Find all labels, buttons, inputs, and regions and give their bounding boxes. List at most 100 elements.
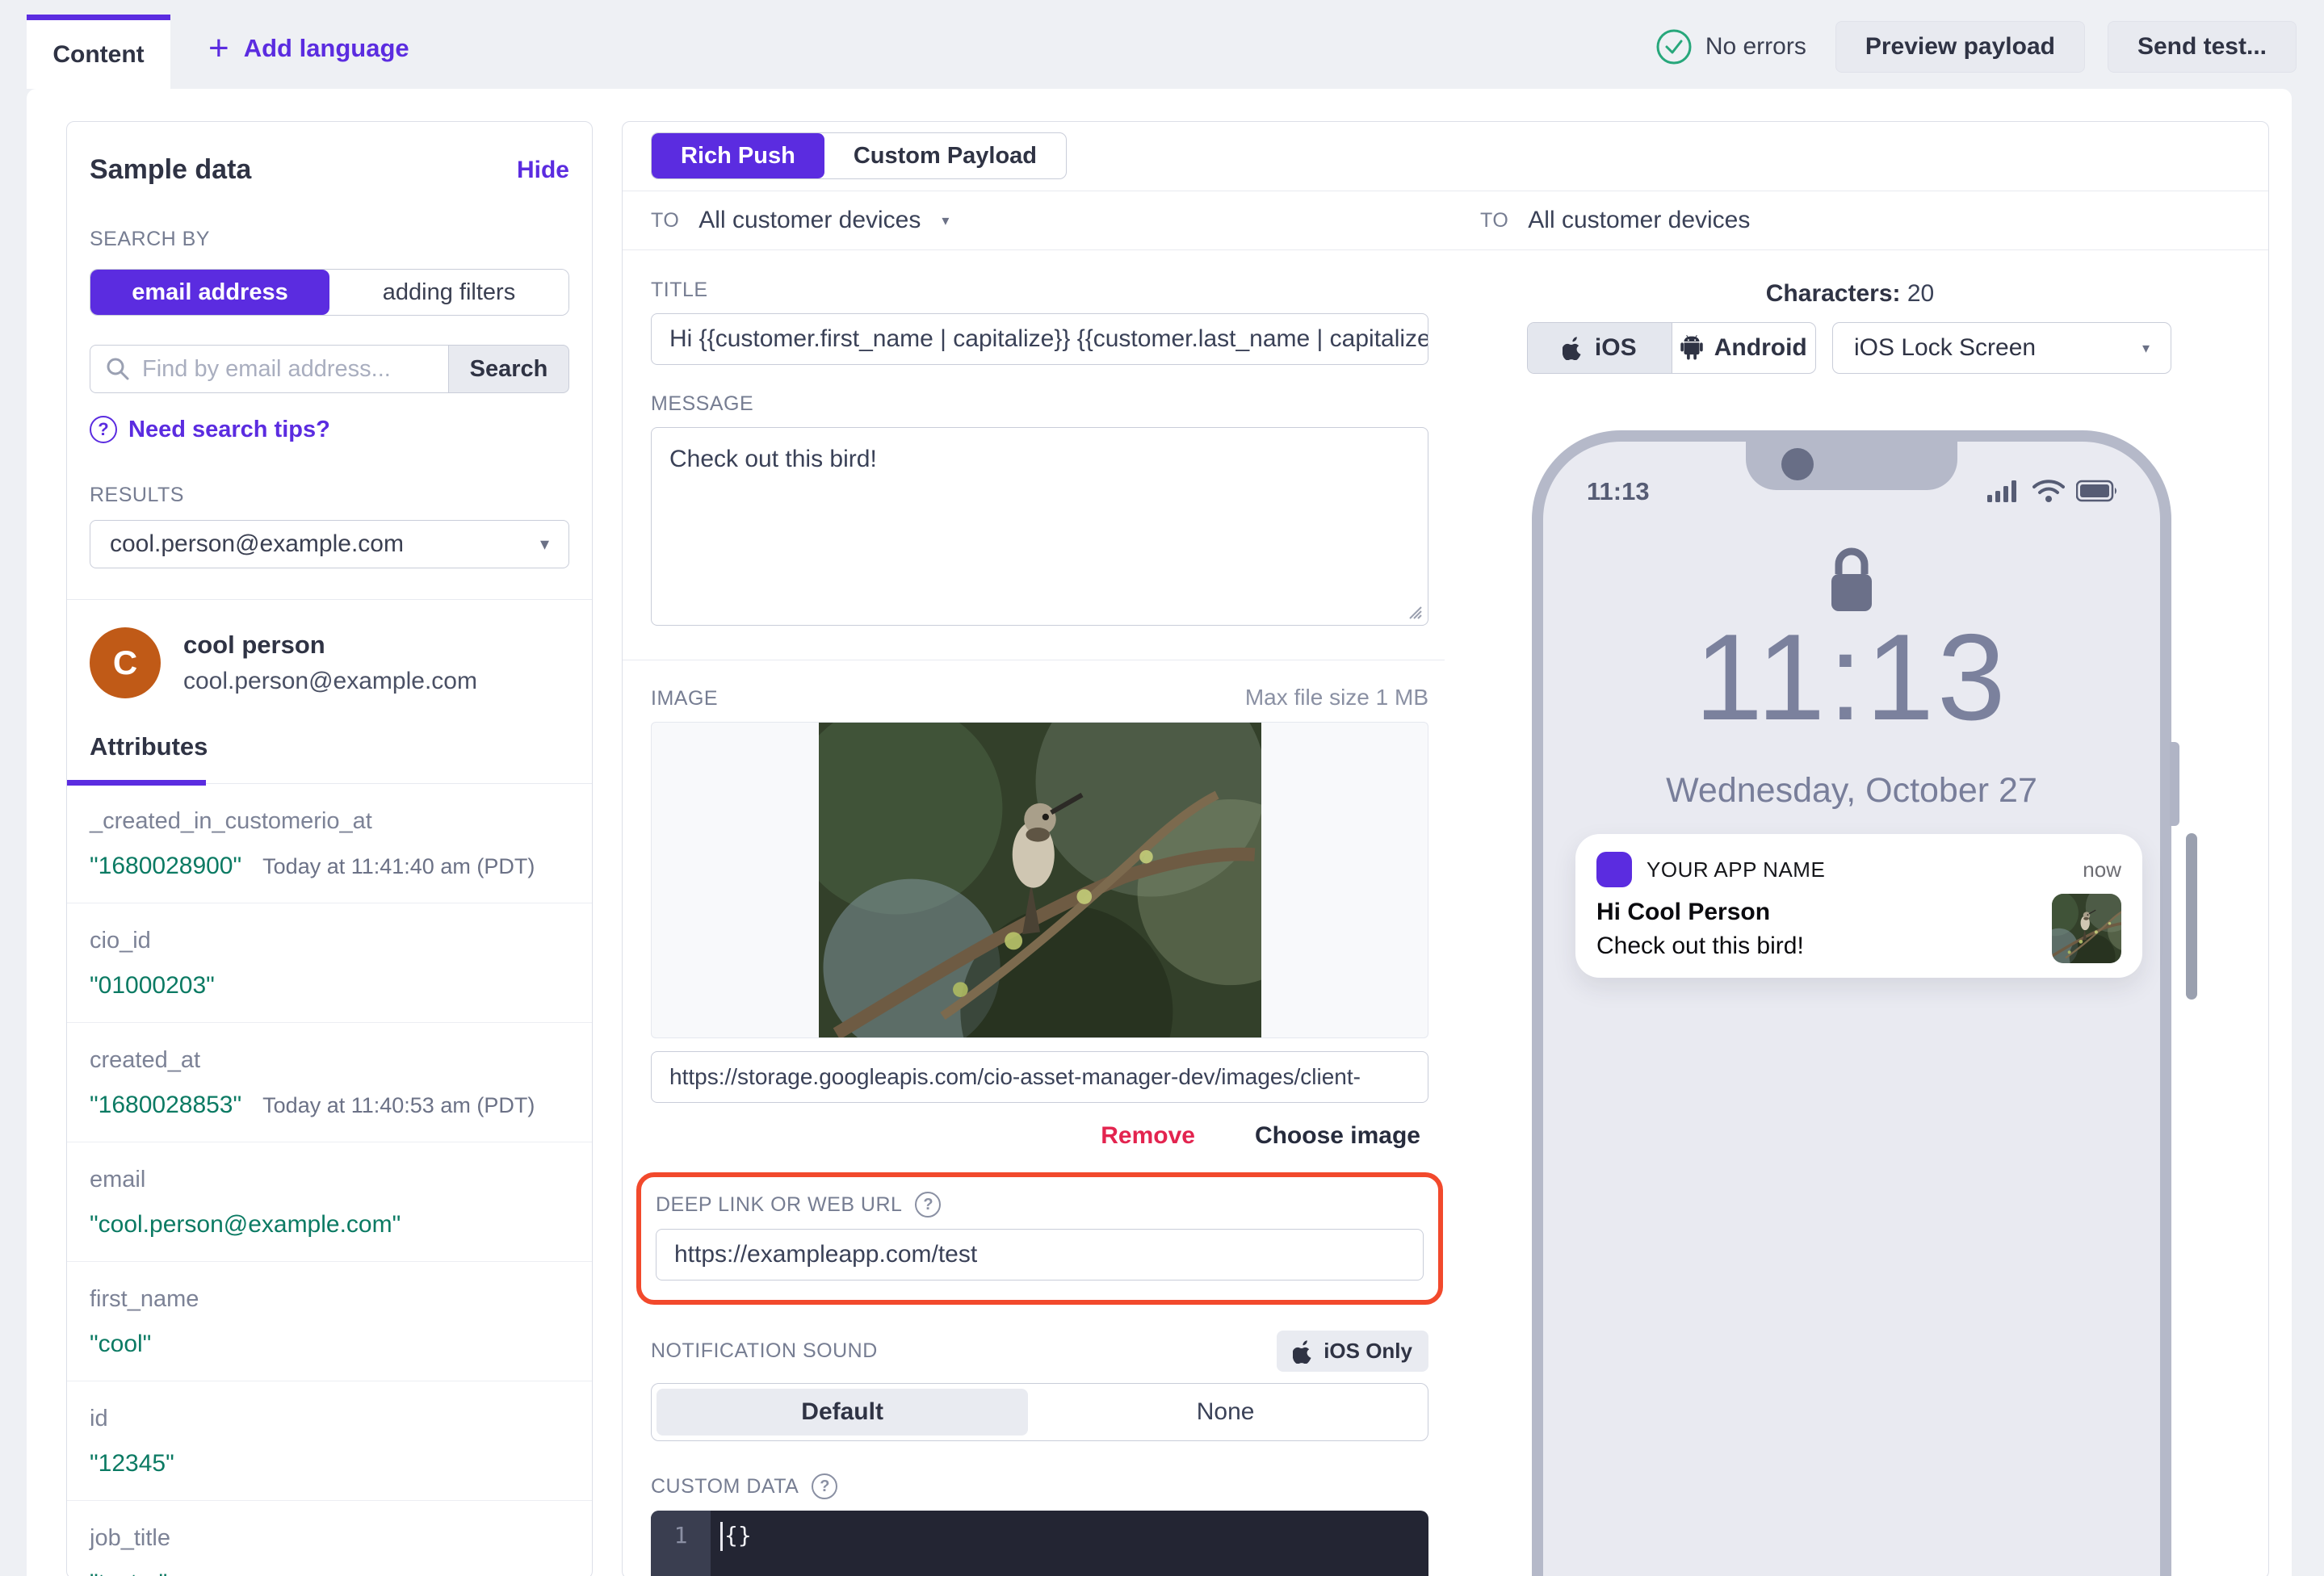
line-number: 1 <box>673 1522 688 1549</box>
attribute-value: "01000203" <box>90 972 215 999</box>
attribute-key: _created_in_customerio_at <box>90 808 372 834</box>
help-icon[interactable]: ? <box>915 1192 942 1218</box>
plus-icon: + <box>208 28 229 68</box>
platform-ios[interactable]: iOS <box>1528 323 1672 373</box>
notification-body: Check out this bird! <box>1596 933 1804 959</box>
need-search-tips-link[interactable]: ? Need search tips? <box>90 416 569 443</box>
check-circle-icon <box>1655 28 1693 65</box>
chevron-down-icon[interactable]: ▾ <box>942 212 949 229</box>
remove-image-link[interactable]: Remove <box>1101 1122 1195 1150</box>
to-value[interactable]: All customer devices <box>698 207 921 234</box>
image-url-value: https://storage.googleapis.com/cio-asset… <box>669 1064 1361 1089</box>
platform-ios-label: iOS <box>1594 334 1637 361</box>
attribute-row: cio_id "01000203" <box>67 903 592 1023</box>
segment-adding-filters[interactable]: adding filters <box>329 270 568 315</box>
search-placeholder: Find by email address... <box>142 355 391 382</box>
resize-handle-icon[interactable] <box>1403 601 1423 620</box>
attribute-key: email <box>90 1167 146 1192</box>
apple-icon <box>1293 1339 1311 1364</box>
payload-type-segmented: Rich Push Custom Payload <box>651 132 1068 179</box>
lockscreen-clock: 11:13 <box>1694 609 2009 746</box>
platform-android[interactable]: Android <box>1671 323 1816 373</box>
sample-data-title: Sample data <box>90 154 252 185</box>
message-textarea[interactable]: Check out this bird! <box>651 427 1428 626</box>
to-row-preview: TO All customer devices <box>1480 191 1750 249</box>
attribute-note: Today at 11:41:40 am (PDT) <box>262 854 535 878</box>
attribute-value: "cool" <box>90 1331 152 1357</box>
attribute-row: created_at "1680028853" Today at 11:40:5… <box>67 1023 592 1142</box>
tab-rich-push[interactable]: Rich Push <box>652 133 824 178</box>
deep-link-input[interactable]: https://exampleapp.com/test <box>656 1229 1424 1280</box>
sound-segmented: Default None <box>651 1383 1428 1441</box>
max-file-size-label: Max file size 1 MB <box>1244 685 1428 710</box>
person-email: cool.person@example.com <box>183 668 477 694</box>
tab-content[interactable]: Content <box>27 15 170 89</box>
sound-none-option[interactable]: None <box>1028 1389 1423 1436</box>
platform-segmented: iOS Android <box>1527 322 1816 374</box>
attribute-value: "cool.person@example.com" <box>90 1211 401 1238</box>
character-count-label: Characters: <box>1765 280 1901 307</box>
top-bar: Content + Add language No errors Preview… <box>0 0 2324 89</box>
lockscreen-date: Wednesday, October 27 <box>1666 771 2037 810</box>
search-button-label: Search <box>469 355 548 382</box>
attribute-row: job_title "tester" <box>67 1501 592 1576</box>
deep-link-label: DEEP LINK OR WEB URL <box>656 1192 903 1216</box>
search-input[interactable]: Find by email address... <box>90 345 448 393</box>
tab-attributes[interactable]: Attributes <box>90 732 569 761</box>
tab-content-label: Content <box>52 40 145 68</box>
attribute-value: "12345" <box>90 1450 174 1477</box>
android-icon <box>1680 335 1703 360</box>
hide-link[interactable]: Hide <box>517 157 569 184</box>
signal-icon <box>1987 480 2016 502</box>
message-label: MESSAGE <box>651 392 754 415</box>
image-url-input[interactable]: https://storage.googleapis.com/cio-asset… <box>651 1051 1428 1103</box>
character-count: Characters: 20 <box>1527 280 2173 308</box>
notification-preview[interactable]: YOUR APP NAME now Hi Cool Person Check o… <box>1575 834 2142 978</box>
deep-link-highlight-ring: DEEP LINK OR WEB URL ? https://exampleap… <box>636 1172 1443 1305</box>
image-label: IMAGE <box>651 687 719 710</box>
preview-screen-select[interactable]: iOS Lock Screen ▾ <box>1832 322 2171 374</box>
results-select[interactable]: cool.person@example.com ▾ <box>90 520 569 568</box>
preview-payload-button[interactable]: Preview payload <box>1835 21 2085 73</box>
attribute-row: _created_in_customerio_at "1680028900" T… <box>67 784 592 903</box>
custom-data-label: CUSTOM DATA <box>651 1474 799 1498</box>
notification-thumbnail <box>2052 894 2121 963</box>
add-language-button[interactable]: + Add language <box>208 28 409 68</box>
sound-default-option[interactable]: Default <box>657 1389 1029 1436</box>
send-test-button[interactable]: Send test... <box>2107 21 2297 73</box>
attribute-row: id "12345" <box>67 1381 592 1501</box>
bird-image <box>2052 894 2121 963</box>
to-value: All customer devices <box>1528 207 1751 233</box>
custom-data-editor[interactable]: 1 {} <box>651 1511 1428 1576</box>
results-label: RESULTS <box>90 484 184 506</box>
attributes-tab-underline <box>67 779 592 786</box>
platform-android-label: Android <box>1714 334 1807 361</box>
attribute-key: created_at <box>90 1047 201 1073</box>
editor-code: {} <box>724 1522 752 1549</box>
avatar-initial: C <box>112 643 138 681</box>
title-input[interactable]: Hi {{customer.first_name | capitalize}} … <box>651 313 1428 365</box>
search-by-label: SEARCH BY <box>90 228 210 250</box>
choose-image-link[interactable]: Choose image <box>1255 1122 1420 1150</box>
apple-icon <box>1562 337 1581 360</box>
preview-scrollbar[interactable] <box>2186 833 2197 1000</box>
message-value: Check out this bird! <box>669 446 877 472</box>
notification-time: now <box>2083 857 2121 882</box>
preview-payload-label: Preview payload <box>1865 33 2055 60</box>
person-card: C cool person cool.person@example.com <box>90 627 569 698</box>
add-language-label: Add language <box>243 34 409 62</box>
sample-data-panel: Sample data Hide SEARCH BY email address… <box>66 121 593 1576</box>
help-icon[interactable]: ? <box>812 1473 838 1499</box>
avatar: C <box>90 627 161 698</box>
tab-custom-payload[interactable]: Custom Payload <box>824 133 1066 178</box>
no-errors-status: No errors <box>1655 28 1806 65</box>
app-icon <box>1596 852 1632 887</box>
segment-email-address[interactable]: email address <box>90 270 329 315</box>
status-bar-time: 11:13 <box>1587 477 1650 505</box>
attribute-row: first_name "cool" <box>67 1262 592 1381</box>
search-button[interactable]: Search <box>448 345 569 393</box>
push-composer-card: Rich Push Custom Payload TO All customer… <box>622 121 2269 1576</box>
ios-only-badge: iOS Only <box>1277 1331 1428 1372</box>
chevron-down-icon: ▾ <box>539 534 549 554</box>
attribute-value: "1680028853" <box>90 1092 242 1118</box>
